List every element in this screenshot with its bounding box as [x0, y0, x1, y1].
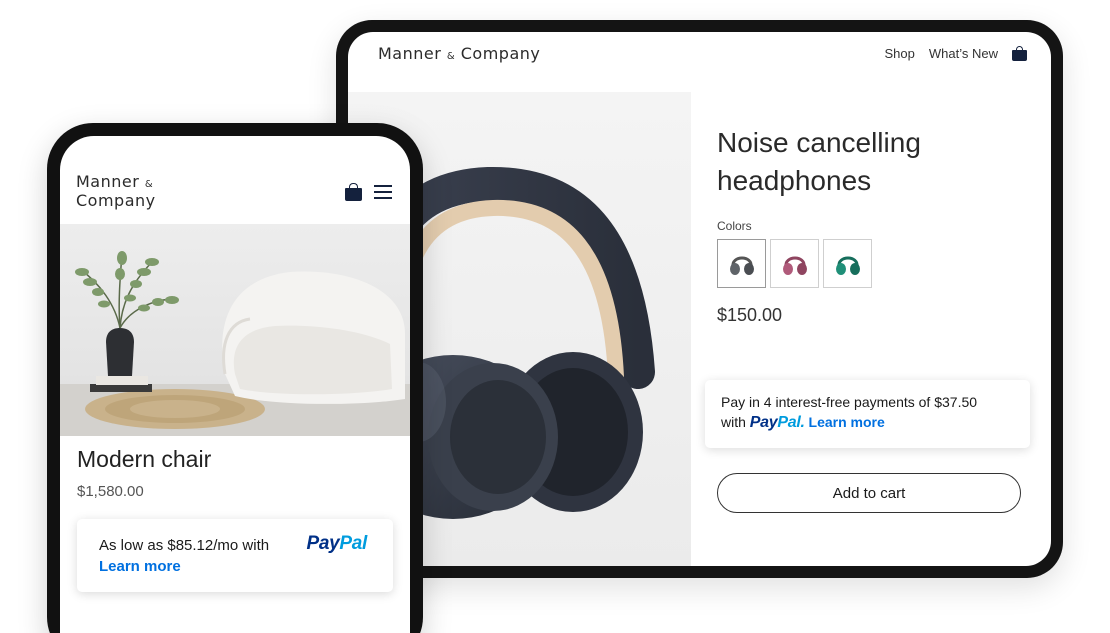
brand-ampersand: &	[144, 179, 154, 190]
shopping-bag-icon[interactable]	[1012, 46, 1027, 61]
paypal-message: Pay in 4 interest-free payments of $37.5…	[705, 380, 1030, 448]
add-to-cart-button[interactable]: Add to cart	[717, 473, 1021, 513]
swatch-grey[interactable]	[717, 239, 766, 288]
chair-scene-illustration	[60, 251, 410, 436]
product-title: Noise cancelling headphones	[717, 127, 921, 196]
tablet-screen: Manner & Company Shop What’s New Noise c…	[348, 32, 1051, 566]
headphones-pink-icon	[782, 256, 807, 275]
paypal-logo: PayPal.	[749, 414, 805, 431]
paypal-text: Pay in 4 interest-free payments of $37.5…	[721, 394, 978, 410]
main-nav: Shop What’s New	[885, 46, 1027, 61]
site-header: Manner & Company Shop What’s New	[348, 32, 1051, 92]
product-price: $150.00	[717, 305, 783, 325]
product-image-chair	[60, 224, 410, 436]
product-info: Noise cancelling headphones Colors $150.…	[705, 92, 1051, 566]
shopping-bag-icon[interactable]	[345, 183, 362, 201]
brand-logo[interactable]: Manner & Company	[76, 174, 156, 209]
headphones-grey-icon	[729, 256, 754, 275]
nav-shop[interactable]: Shop	[885, 46, 915, 61]
learn-more-link[interactable]: Learn more	[99, 556, 371, 577]
brand-word: Manner	[378, 44, 442, 63]
paypal-with: with	[721, 414, 746, 430]
swatch-pink[interactable]	[770, 239, 819, 288]
paypal-message: As low as $85.12/mo with Learn more PayP…	[77, 519, 393, 592]
headphones-teal-icon	[835, 256, 860, 275]
phone-screen: Manner & Company Modern chair $1,580.00 …	[60, 136, 410, 633]
learn-more-link[interactable]: Learn more	[809, 414, 885, 430]
swatch-teal[interactable]	[823, 239, 872, 288]
nav-whats-new[interactable]: What’s New	[929, 46, 998, 61]
brand-ampersand: &	[446, 51, 456, 62]
brand-word: Company	[76, 191, 156, 210]
colors-label: Colors	[717, 219, 752, 233]
tablet-device: Manner & Company Shop What’s New Noise c…	[336, 20, 1063, 578]
brand-logo[interactable]: Manner & Company	[378, 44, 540, 63]
product-price: $1,580.00	[77, 483, 144, 500]
brand-word: Manner	[76, 172, 140, 191]
paypal-logo: PayPal	[306, 533, 367, 554]
product-title: Modern chair	[77, 446, 212, 472]
brand-word: Company	[460, 44, 541, 63]
color-swatches	[717, 239, 872, 288]
header-icons	[345, 183, 392, 201]
phone-device: Manner & Company Modern chair $1,580.00 …	[47, 123, 423, 633]
hamburger-menu-icon[interactable]	[374, 185, 392, 199]
